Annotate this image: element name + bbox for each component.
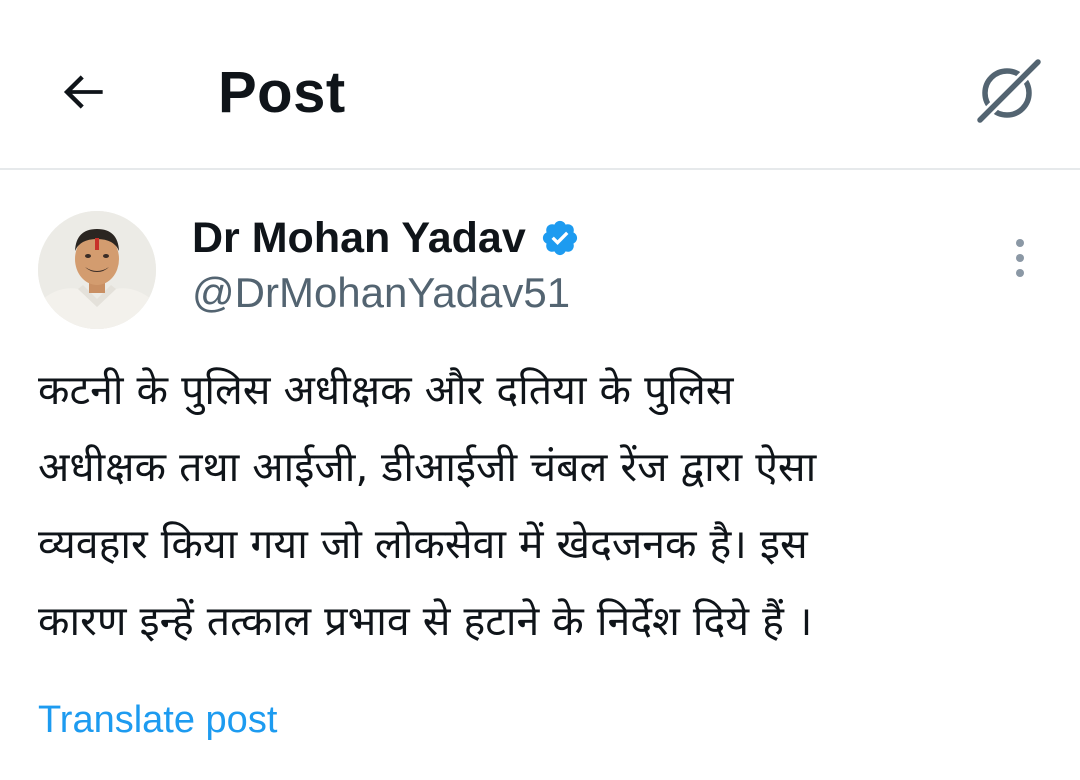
post-text-line: व्यवहार किया गया जो लोकसेवा में खेदजनक ह… (38, 520, 808, 568)
post-text-line: अधीक्षक तथा आईजी, डीआईजी चंबल रेंज द्वार… (38, 443, 817, 491)
more-vertical-icon-dot (1016, 254, 1024, 262)
top-bar: Post (0, 0, 1080, 170)
avatar[interactable] (38, 211, 156, 329)
grok-button[interactable] (964, 50, 1050, 136)
author-handle[interactable]: @DrMohanYadav51 (192, 266, 570, 320)
grok-icon (975, 57, 1043, 125)
author-photo (38, 211, 156, 329)
page-title: Post (218, 60, 346, 125)
post-text: कटनी के पुलिस अधीक्षक और दतिया के पुलिस … (38, 352, 1048, 660)
back-button[interactable] (44, 52, 124, 132)
verified-badge-icon[interactable] (540, 218, 580, 258)
author-name[interactable]: Dr Mohan Yadav (192, 210, 526, 266)
more-vertical-icon (1016, 239, 1024, 247)
more-options-button[interactable] (996, 230, 1044, 286)
arrow-left-icon (63, 75, 103, 109)
translate-post-link[interactable]: Translate post (38, 696, 277, 744)
author-name-row: Dr Mohan Yadav (192, 210, 580, 266)
post-text-line: कारण इन्हें तत्काल प्रभाव से हटाने के नि… (38, 597, 813, 645)
more-vertical-icon-dot (1016, 269, 1024, 277)
post-text-line: कटनी के पुलिस अधीक्षक और दतिया के पुलिस (38, 366, 734, 414)
